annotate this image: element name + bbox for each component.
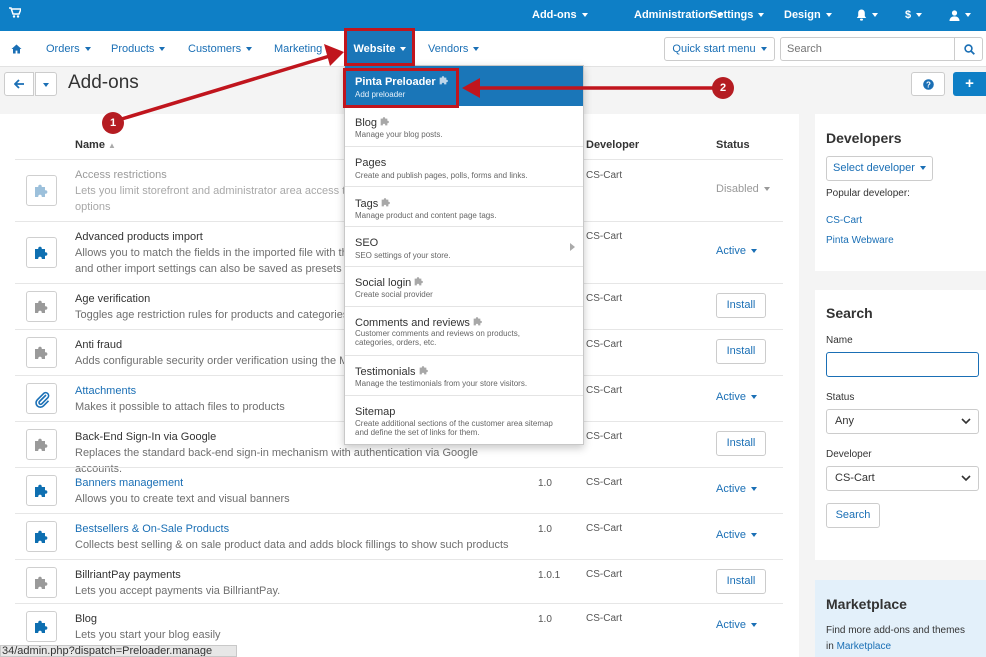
annotation-arrows — [114, 44, 722, 123]
step-badge-2: 2 — [712, 77, 734, 99]
status-bar-url: 34/admin.php?dispatch=Preloader.manage — [0, 645, 237, 657]
arrowhead-website-menu — [324, 44, 344, 66]
step-badge-1: 1 — [102, 112, 124, 134]
arrowhead-pinta-preloader — [462, 78, 480, 98]
arrow-to-website-menu — [114, 53, 334, 123]
